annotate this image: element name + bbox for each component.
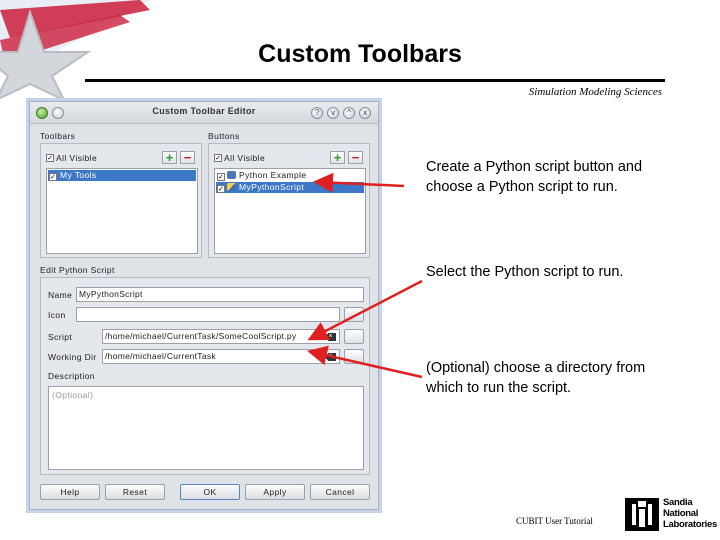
toolbars-panel: ✓ All Visible + − ✓ My Tools [40, 143, 202, 258]
buttons-all-visible-checkbox[interactable]: ✓ [214, 154, 222, 162]
maximize-window-button[interactable]: ^ [343, 107, 355, 119]
toolbars-list: ✓ My Tools [46, 168, 198, 254]
sandia-logo-text: Sandia National Laboratories [663, 497, 719, 530]
logo-line: National [663, 508, 699, 519]
button-item-checkbox[interactable]: ✓ [217, 173, 225, 181]
star-flag-logo [0, 0, 150, 100]
toolbars-all-visible-label: All Visible [56, 153, 98, 163]
icon-browse-button[interactable] [344, 307, 364, 322]
name-label: Name [48, 290, 73, 300]
icon-field[interactable] [76, 307, 340, 322]
close-window-button[interactable]: x [359, 107, 371, 119]
sandia-logo [625, 498, 659, 531]
ok-button[interactable]: OK [180, 484, 240, 500]
description-label: Description [48, 371, 95, 381]
script-field[interactable]: /home/michael/CurrentTask/SomeCoolScript… [102, 329, 340, 344]
apply-button[interactable]: Apply [245, 484, 305, 500]
buttons-list: ✓ Python Example ✓ MyPythonScript [214, 168, 366, 254]
dialog-titlebar[interactable]: Custom Toolbar Editor ? v ^ x [30, 102, 378, 124]
title-divider [85, 79, 665, 82]
button-item-checkbox[interactable]: ✓ [217, 185, 225, 193]
python-icon [227, 183, 236, 191]
list-item[interactable]: ✓ MyPythonScript [216, 182, 364, 193]
toolbars-group-label: Toolbars [40, 131, 76, 141]
remove-button-button[interactable]: − [348, 151, 363, 164]
working-dir-browse-button[interactable] [344, 349, 364, 364]
slide-subtitle: Simulation Modeling Sciences [528, 86, 662, 98]
working-dir-value: /home/michael/CurrentTask [105, 351, 216, 361]
button-item-label: Python Example [239, 170, 307, 180]
python-icon [227, 171, 236, 179]
name-field[interactable]: MyPythonScript [76, 287, 364, 302]
note-create-button: Create a Python script button and choose… [426, 159, 643, 195]
edit-script-panel: Name MyPythonScript Icon Script /home/mi… [40, 277, 370, 475]
working-dir-field[interactable]: /home/michael/CurrentTask [102, 349, 340, 364]
toolbars-all-visible-checkbox[interactable]: ✓ [46, 154, 54, 162]
dialog-title: Custom Toolbar Editor [152, 106, 256, 116]
minimize-window-button[interactable]: v [327, 107, 339, 119]
add-button-button[interactable]: + [330, 151, 345, 164]
reset-button[interactable]: Reset [105, 484, 165, 500]
help-window-button[interactable]: ? [311, 107, 323, 119]
custom-toolbar-editor-dialog: Custom Toolbar Editor ? v ^ x Toolbars ✓… [29, 101, 379, 510]
working-dir-label: Working Dir [48, 352, 97, 362]
slide-title: Custom Toolbars [258, 40, 462, 68]
script-label: Script [48, 332, 73, 342]
buttons-group-label: Buttons [208, 131, 240, 141]
list-item[interactable]: ✓ My Tools [48, 170, 196, 181]
buttons-all-visible-label: All Visible [224, 153, 266, 163]
toolbar-item-checkbox[interactable]: ✓ [49, 173, 57, 181]
note-select-script: Select the Python script to run. [426, 264, 624, 280]
cancel-button[interactable]: Cancel [310, 484, 370, 500]
script-browse-button[interactable] [344, 329, 364, 344]
description-placeholder: (Optional) [52, 390, 94, 400]
help-button[interactable]: Help [40, 484, 100, 500]
logo-line: Laboratories [663, 519, 717, 530]
buttons-panel: ✓ All Visible + − ✓ Python Example ✓ MyPyt… [208, 143, 370, 258]
add-toolbar-button[interactable]: + [162, 151, 177, 164]
button-item-label: MyPythonScript [239, 182, 305, 192]
list-item[interactable]: ✓ Python Example [216, 170, 364, 181]
remove-toolbar-button[interactable]: − [180, 151, 195, 164]
icon-label: Icon [48, 310, 66, 320]
logo-line: Sandia [663, 497, 693, 508]
edit-group-label: Edit Python Script [40, 265, 115, 275]
footer-text: CUBIT User Tutorial [516, 516, 593, 526]
note-working-dir: (Optional) choose a directory from which… [426, 360, 646, 396]
script-path-value: /home/michael/CurrentTask/SomeCoolScript… [105, 331, 297, 341]
toolbar-item-label: My Tools [60, 170, 97, 180]
description-textarea[interactable]: (Optional) [48, 386, 364, 470]
